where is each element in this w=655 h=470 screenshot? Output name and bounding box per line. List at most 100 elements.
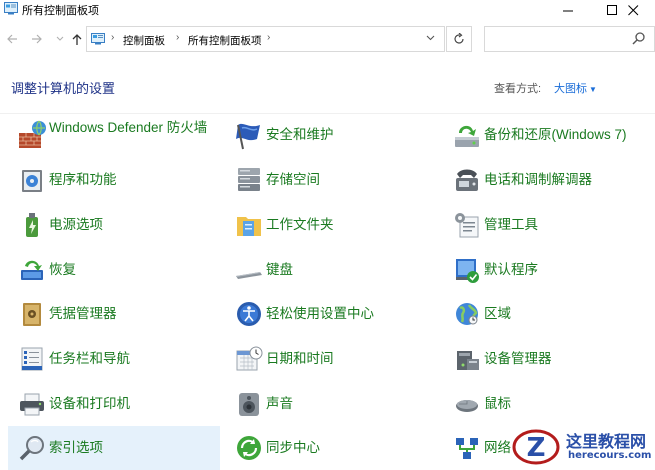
item-sound[interactable]: 声音 [225, 382, 435, 426]
control-panel-icon [4, 2, 18, 15]
item-work-folders[interactable]: 工作文件夹 [225, 203, 435, 247]
date-time-icon [236, 346, 263, 371]
item-windows-defender-firewall[interactable]: Windows Defender 防火墙 [8, 113, 218, 157]
item-mouse[interactable]: 鼠标 [443, 382, 655, 426]
mouse-icon [456, 400, 478, 412]
network-icon [456, 438, 478, 459]
taskbar-icon [21, 347, 43, 371]
control-panel-icon [91, 33, 105, 45]
title-bar: 所有控制面板项 [0, 0, 655, 20]
item-sync-center[interactable]: 同步中心 [225, 426, 435, 470]
item-label: 声音 [266, 396, 293, 411]
item-date-time[interactable]: 日期和时间 [225, 337, 435, 381]
item-recovery[interactable]: 恢复 [8, 248, 218, 292]
page-title: 调整计算机的设置 [11, 81, 116, 96]
item-keyboard[interactable]: 键盘 [225, 248, 435, 292]
item-power-options[interactable]: 电源选项 [8, 203, 218, 247]
minimize-button[interactable] [546, 0, 590, 20]
breadcrumb-separator-icon[interactable]: › [267, 32, 270, 43]
item-label: 凭据管理器 [49, 306, 117, 321]
watermark-title: 这里教程网 [566, 432, 647, 451]
svg-text:Z: Z [527, 433, 546, 463]
item-backup-restore[interactable]: 备份和还原(Windows 7) [443, 113, 655, 157]
item-default-programs[interactable]: 默认程序 [443, 248, 655, 292]
arrow-right-icon [32, 34, 42, 44]
refresh-button[interactable] [446, 26, 472, 52]
credential-manager-icon [23, 303, 41, 326]
back-button[interactable] [5, 32, 19, 46]
item-label: 任务栏和导航 [49, 351, 130, 366]
item-label: 电源选项 [49, 217, 103, 232]
search-icon [632, 32, 645, 45]
phone-modem-icon [456, 169, 478, 191]
refresh-icon [454, 33, 464, 44]
breadcrumb-separator-icon[interactable]: › [111, 32, 114, 43]
storage-icon [238, 168, 260, 191]
view-by-label: 查看方式: [494, 83, 542, 95]
item-label: 索引选项 [49, 440, 103, 455]
item-label: 恢复 [49, 262, 76, 277]
admin-tools-icon [455, 213, 479, 238]
watermark-url: herecours.com [568, 450, 652, 461]
item-storage-spaces[interactable]: 存储空间 [225, 158, 435, 202]
item-label: 区域 [484, 306, 511, 321]
item-label: 电话和调制解调器 [484, 172, 592, 187]
close-button[interactable] [611, 0, 655, 20]
view-mode-dropdown[interactable]: 大图标 ▼ [554, 80, 597, 96]
chevron-down-icon [56, 36, 64, 41]
item-taskbar-navigation[interactable]: 任务栏和导航 [8, 337, 218, 381]
recovery-icon [21, 260, 43, 280]
breadcrumb-all-items[interactable]: 所有控制面板项 [188, 33, 262, 48]
close-icon [627, 4, 638, 15]
sound-icon [239, 393, 259, 416]
recent-locations-button[interactable] [53, 32, 67, 46]
item-label: 网络 [484, 440, 511, 455]
breadcrumb-control-panel[interactable]: 控制面板 [123, 33, 165, 48]
region-globe-icon [456, 303, 478, 325]
item-security-maintenance[interactable]: 安全和维护 [225, 113, 435, 157]
backup-icon [455, 125, 479, 147]
keyboard-icon [236, 272, 262, 279]
power-icon [26, 213, 38, 237]
item-indexing-options[interactable]: 索引选项 [8, 426, 220, 470]
item-device-manager[interactable]: 设备管理器 [443, 337, 655, 381]
item-label: 设备和打印机 [49, 396, 130, 411]
item-label: 安全和维护 [266, 127, 334, 142]
up-button[interactable] [70, 32, 84, 46]
item-devices-printers[interactable]: 设备和打印机 [8, 382, 218, 426]
minimize-icon [562, 10, 573, 11]
address-history-dropdown[interactable] [426, 33, 435, 43]
item-region[interactable]: 区域 [443, 292, 655, 336]
search-input[interactable] [484, 26, 655, 52]
item-label: 工作文件夹 [266, 217, 334, 232]
navigation-bar: › 控制面板 › 所有控制面板项 › [0, 22, 655, 58]
view-mode-value: 大图标 [554, 83, 587, 95]
sync-center-icon [237, 436, 261, 460]
item-label: 键盘 [266, 262, 293, 277]
device-manager-icon [457, 351, 479, 370]
item-programs-features[interactable]: 程序和功能 [8, 158, 218, 202]
item-credential-manager[interactable]: 凭据管理器 [8, 292, 218, 336]
work-folders-icon [237, 217, 261, 236]
item-phone-modem[interactable]: 电话和调制解调器 [443, 158, 655, 202]
forward-button[interactable] [30, 32, 44, 46]
firewall-icon [19, 120, 46, 148]
dropdown-caret-icon: ▼ [589, 85, 597, 94]
item-label: 存储空间 [266, 172, 320, 187]
watermark-z-logo-icon: Z [512, 429, 560, 465]
chevron-down-icon [426, 35, 435, 41]
window-title: 所有控制面板项 [22, 5, 99, 17]
indexing-icon [19, 436, 44, 461]
programs-icon [22, 170, 42, 192]
watermark-logo: Z 这里教程网 herecours.com [508, 424, 655, 470]
ease-of-access-icon [237, 302, 261, 326]
item-label: 日期和时间 [266, 351, 334, 366]
item-admin-tools[interactable]: 管理工具 [443, 203, 655, 247]
item-label: Windows Defender 防火墙 [49, 120, 208, 135]
breadcrumb-separator-icon[interactable]: › [176, 32, 179, 43]
arrow-left-icon [7, 34, 17, 44]
address-bar[interactable]: › 控制面板 › 所有控制面板项 › [86, 26, 445, 52]
item-label: 轻松使用设置中心 [266, 306, 374, 321]
item-label: 设备管理器 [484, 351, 552, 366]
item-ease-of-access[interactable]: 轻松使用设置中心 [225, 292, 435, 336]
